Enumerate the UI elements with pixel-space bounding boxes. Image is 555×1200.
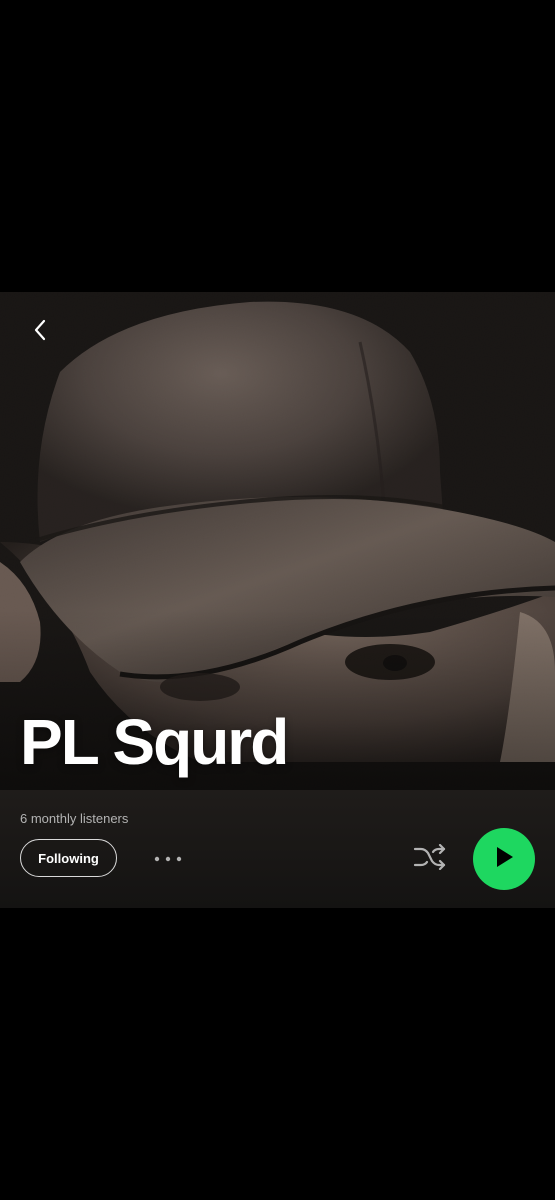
bottom-empty-area [0,908,555,1200]
more-options-button[interactable] [148,845,188,873]
more-horizontal-icon [154,850,182,868]
back-button[interactable] [20,312,60,352]
shuffle-button[interactable] [410,842,450,876]
chevron-left-icon [31,318,49,347]
following-button[interactable]: Following [20,839,117,877]
artist-actions-panel: 6 monthly listeners Following [0,790,555,908]
play-icon [493,845,515,874]
shuffle-icon [413,843,447,875]
top-empty-area [0,0,555,292]
play-button[interactable] [473,828,535,890]
artist-name: PL Squrd [20,706,289,778]
monthly-listeners: 6 monthly listeners [20,811,129,826]
artist-header-image: PL Squrd [0,292,555,790]
